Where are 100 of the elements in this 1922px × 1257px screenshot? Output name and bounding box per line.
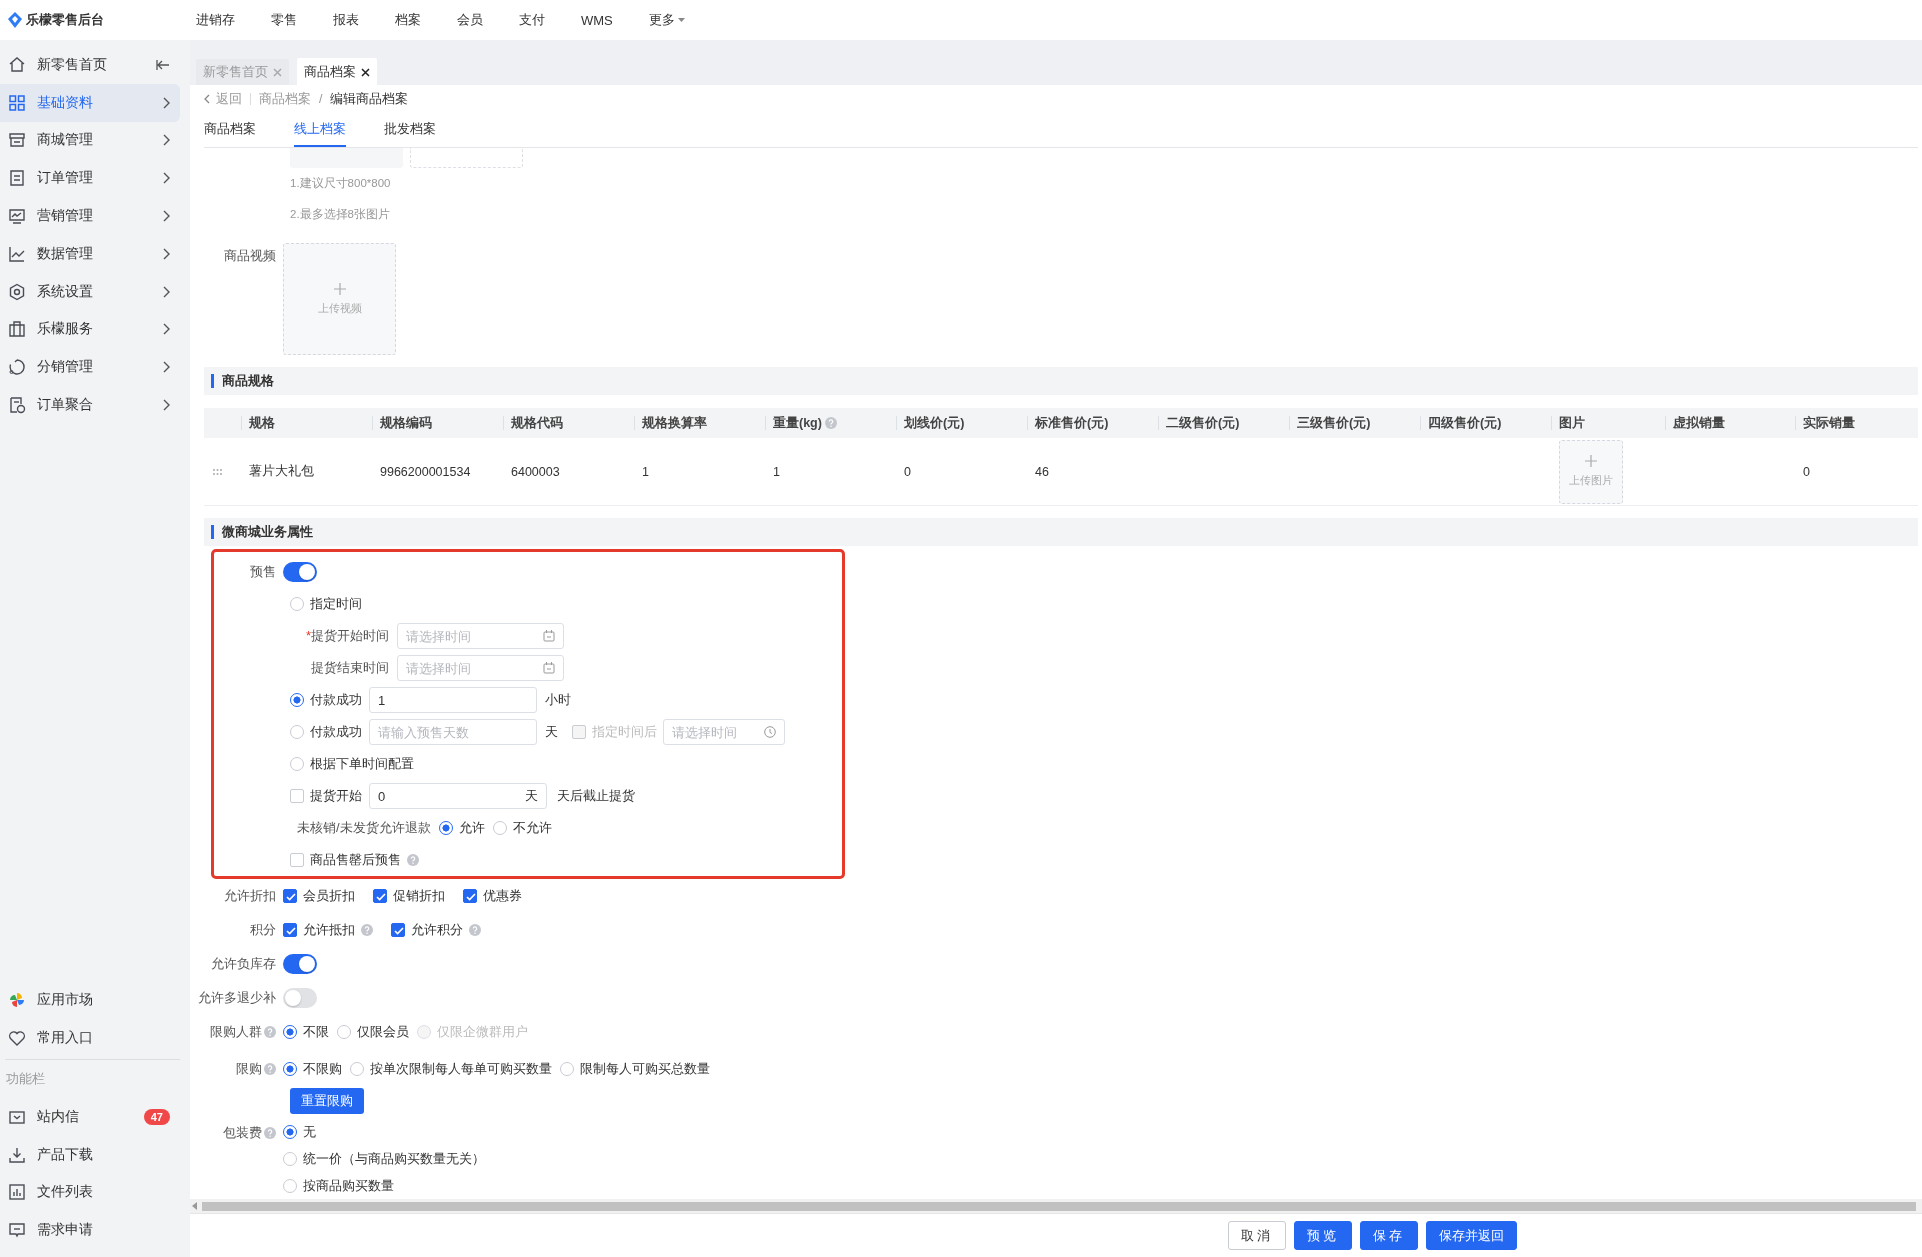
date-field[interactable]: 请选择时间 [397,655,564,681]
field-label: *提货开始时间 [304,627,390,645]
breadcrumb-separator: / [319,92,323,106]
sidebar-item[interactable]: 基础资料 [0,83,180,122]
briefcase-icon [8,320,26,339]
unit-label: 天 [545,723,558,741]
action-button[interactable]: 保存 [1360,1221,1418,1250]
sidebar-item[interactable]: 系统设置 [0,272,180,311]
calendar-icon [543,662,555,674]
calendar-icon [543,630,555,642]
nav-item[interactable]: 档案 [395,11,421,29]
option-label: 不限 [303,1023,329,1041]
field-label: 允许折扣 [224,887,276,905]
sidebar-item[interactable]: 新零售首页 [0,46,180,84]
drag-handle-icon[interactable] [213,468,222,475]
option-label: 根据下单时间配置 [310,755,414,773]
sidebar-item[interactable]: 商城管理 [0,121,180,160]
close-icon[interactable] [361,67,370,77]
option-label: 仅限会员 [357,1023,409,1041]
chevron-icon [162,172,170,185]
table-cell: 0 [904,464,911,479]
nav-item[interactable]: WMS [581,11,613,29]
sidebar-item[interactable]: 订单聚合 [0,386,180,424]
sidebar-item[interactable]: 应用市场 [0,981,180,1019]
sidebar-item[interactable]: 需求申请 [0,1211,180,1249]
table-cell: 46 [1035,464,1049,479]
collapse-icon[interactable] [156,58,170,71]
table-cell: 0 [1803,464,1810,479]
option-label: 统一价（与商品购买数量无关） [303,1149,485,1168]
option-label: 付款成功 [310,691,362,709]
logo-icon [8,12,22,28]
checkbox[interactable] [283,889,297,903]
chevron-icon [162,361,170,374]
option-label: 允许积分 [411,921,463,939]
radio-button[interactable] [438,821,453,835]
field-label: 限购人群 [210,1023,262,1041]
column-header: 四级售价(元) [1428,414,1502,432]
action-button[interactable]: 取消 [1228,1221,1286,1250]
toggle-switch[interactable] [283,562,317,582]
input-field[interactable]: 请输入预售天数 [369,719,537,745]
page-tab[interactable]: 商品档案 [297,58,377,86]
unit-label: 天 [525,787,538,805]
pinwheel-icon [8,991,26,1010]
action-button[interactable]: 预览 [1294,1221,1352,1250]
sidebar-item[interactable]: 分销管理 [0,348,180,387]
radio-button[interactable] [283,1062,297,1076]
reset-button[interactable]: 重置限购 [290,1088,364,1114]
scroll-arrow-icon [192,1202,198,1210]
help-icon [264,1127,276,1139]
tab[interactable]: 商品档案 [204,120,256,147]
checkbox[interactable] [463,889,477,903]
nav-item[interactable]: 进销存 [196,11,235,29]
sidebar-item[interactable]: 营销管理 [0,197,180,235]
table-cell: 1 [642,464,649,479]
field-label: 积分 [250,921,276,939]
help-icon [264,1063,276,1075]
sidebar-item[interactable]: 乐檬服务 [0,310,180,349]
sidebar-item[interactable]: 产品下载 [0,1135,180,1174]
column-header: 规格 [249,414,275,432]
nav-item[interactable]: 会员 [457,11,483,29]
sidebar-item[interactable]: 数据管理 [0,235,180,273]
tab[interactable]: 批发档案 [384,120,436,147]
checkbox[interactable] [373,889,387,903]
help-icon [264,1026,276,1038]
table-cell: 薯片大礼包 [249,463,314,480]
nav-item[interactable]: 支付 [519,11,545,29]
sidebar-item[interactable]: 站内信 47 [0,1097,180,1136]
column-header: 标准售价(元) [1035,414,1109,432]
action-button[interactable]: 保存并返回 [1426,1221,1517,1250]
column-header: 实际销量 [1803,414,1855,432]
table-cell: 1 [773,464,780,479]
date-field[interactable]: 请选择时间 [397,623,564,649]
radio-button[interactable] [290,693,304,707]
chevron-icon [162,399,170,412]
clock-icon [764,726,776,738]
checkbox[interactable] [283,923,297,937]
sidebar-item[interactable]: 文件列表 [0,1173,180,1212]
chevron-left-icon [204,94,210,104]
bar-chart-icon [8,1183,26,1202]
loop-icon [8,358,26,377]
radio-button[interactable] [283,1124,297,1139]
nav-item[interactable]: 报表 [333,11,359,29]
toggle-switch[interactable] [283,988,317,1008]
grid-icon [8,93,26,112]
checkbox[interactable] [391,923,405,937]
toggle-switch[interactable] [283,954,317,974]
sidebar-item[interactable]: 订单管理 [0,159,180,198]
option-label: 无 [303,1122,316,1141]
nav-item[interactable]: 零售 [271,11,297,29]
chevron-icon [162,134,170,147]
plus-icon [1585,455,1597,467]
help-icon [361,924,373,936]
input-field[interactable]: 1 [369,687,537,713]
field-label: 预售 [250,563,276,581]
nav-item[interactable]: 更多 [648,11,685,29]
document-icon [8,169,26,188]
table-cell: 6400003 [511,464,560,479]
radio-button[interactable] [283,1025,297,1039]
sidebar-item[interactable]: 常用入口 [0,1019,180,1057]
option-label: 优惠券 [483,887,522,905]
